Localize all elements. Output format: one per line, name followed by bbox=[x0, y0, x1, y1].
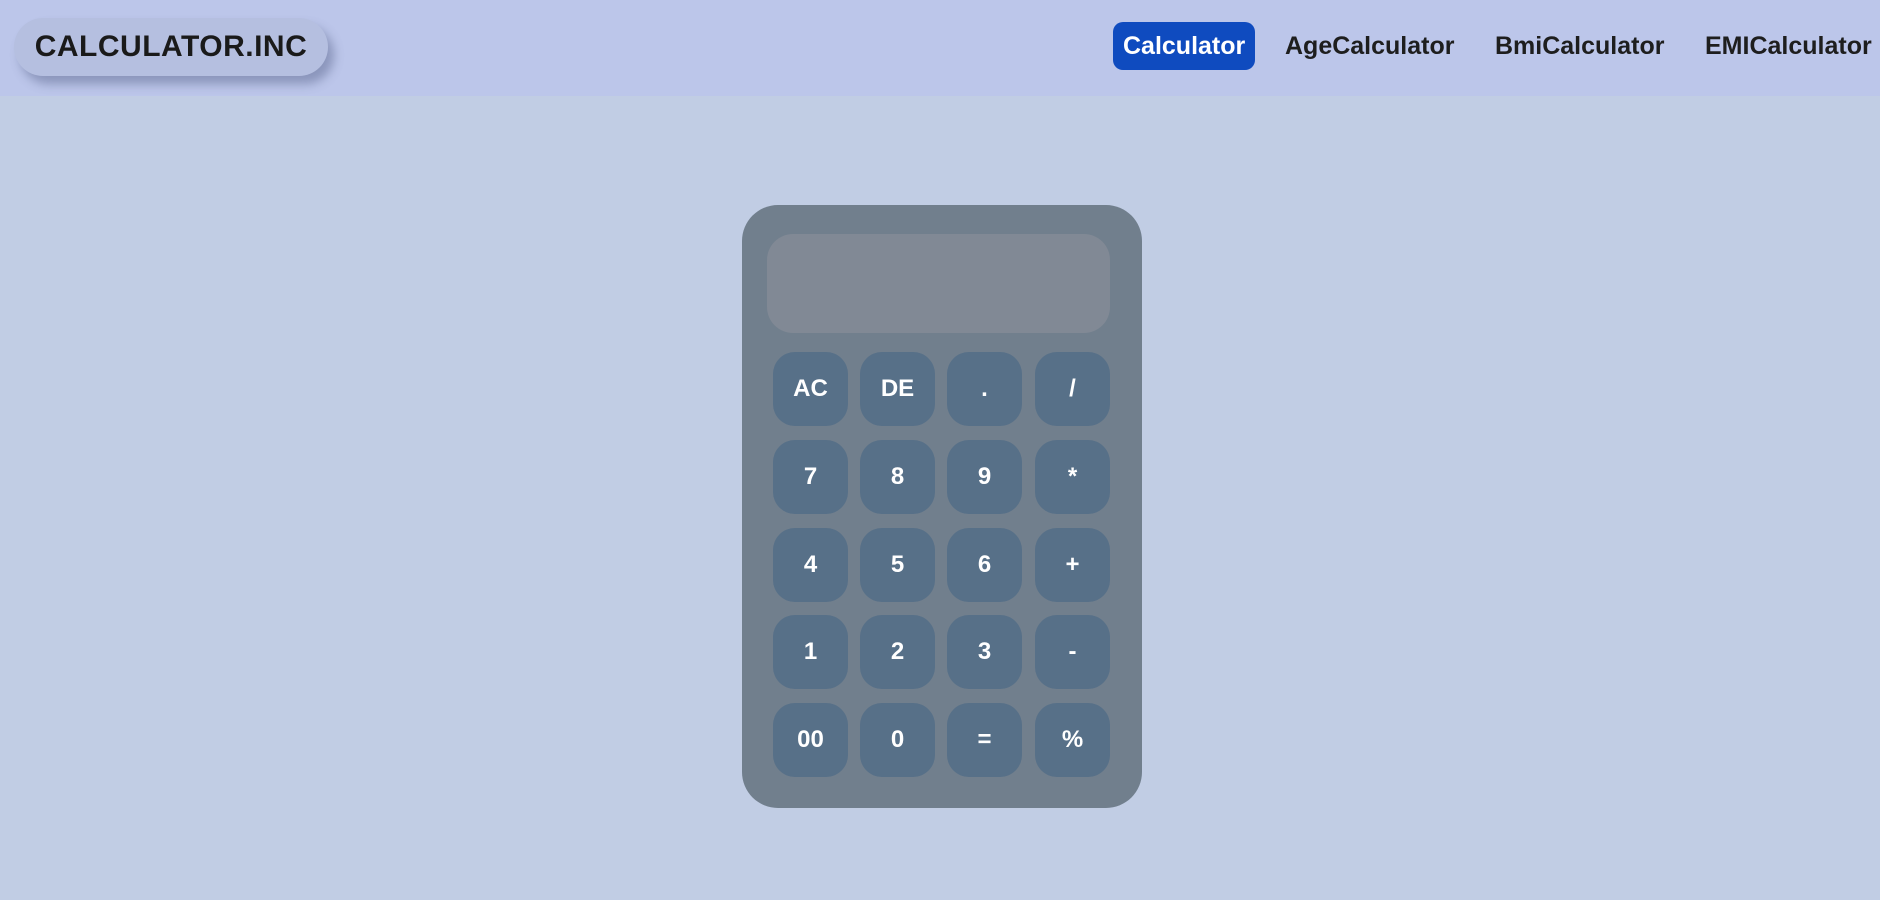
key-0-button[interactable]: 0 bbox=[860, 703, 935, 777]
key-5-button[interactable]: 5 bbox=[860, 528, 935, 602]
key-1-button[interactable]: 1 bbox=[773, 615, 848, 689]
key-percent-button[interactable]: % bbox=[1035, 703, 1110, 777]
key-divide-button[interactable]: / bbox=[1035, 352, 1110, 426]
key-multiply-button[interactable]: * bbox=[1035, 440, 1110, 514]
key-add-button[interactable]: + bbox=[1035, 528, 1110, 602]
key-subtract-button[interactable]: - bbox=[1035, 615, 1110, 689]
nav-bmi-calculator[interactable]: BmiCalculator bbox=[1495, 22, 1664, 70]
key-delete-button[interactable]: DE bbox=[860, 352, 935, 426]
key-6-button[interactable]: 6 bbox=[947, 528, 1022, 602]
nav-calculator[interactable]: Calculator bbox=[1113, 22, 1256, 70]
key-4-button[interactable]: 4 bbox=[773, 528, 848, 602]
key-equals-button[interactable]: = bbox=[947, 703, 1022, 777]
key-decimal-button[interactable]: . bbox=[947, 352, 1022, 426]
logo[interactable]: CALCULATOR.INC bbox=[14, 18, 328, 76]
nav-emi-calculator[interactable]: EMICalculator bbox=[1705, 22, 1872, 70]
calculator: AC DE./7 8 9 * 4 5 6 +1 2 3-00 0 =% bbox=[742, 205, 1142, 808]
key-7-button[interactable]: 7 bbox=[773, 440, 848, 514]
key-2-button[interactable]: 2 bbox=[860, 615, 935, 689]
key-9-button[interactable]: 9 bbox=[947, 440, 1022, 514]
key-double-zero-button[interactable]: 00 bbox=[773, 703, 848, 777]
nav-age-calculator[interactable]: AgeCalculator bbox=[1285, 22, 1454, 70]
header: CALCULATOR.INC Calculator AgeCalculator … bbox=[0, 0, 1880, 96]
key-all-clear-button[interactable]: AC bbox=[773, 352, 848, 426]
key-8-button[interactable]: 8 bbox=[860, 440, 935, 514]
key-3-button[interactable]: 3 bbox=[947, 615, 1022, 689]
calculator-display[interactable] bbox=[767, 234, 1110, 333]
